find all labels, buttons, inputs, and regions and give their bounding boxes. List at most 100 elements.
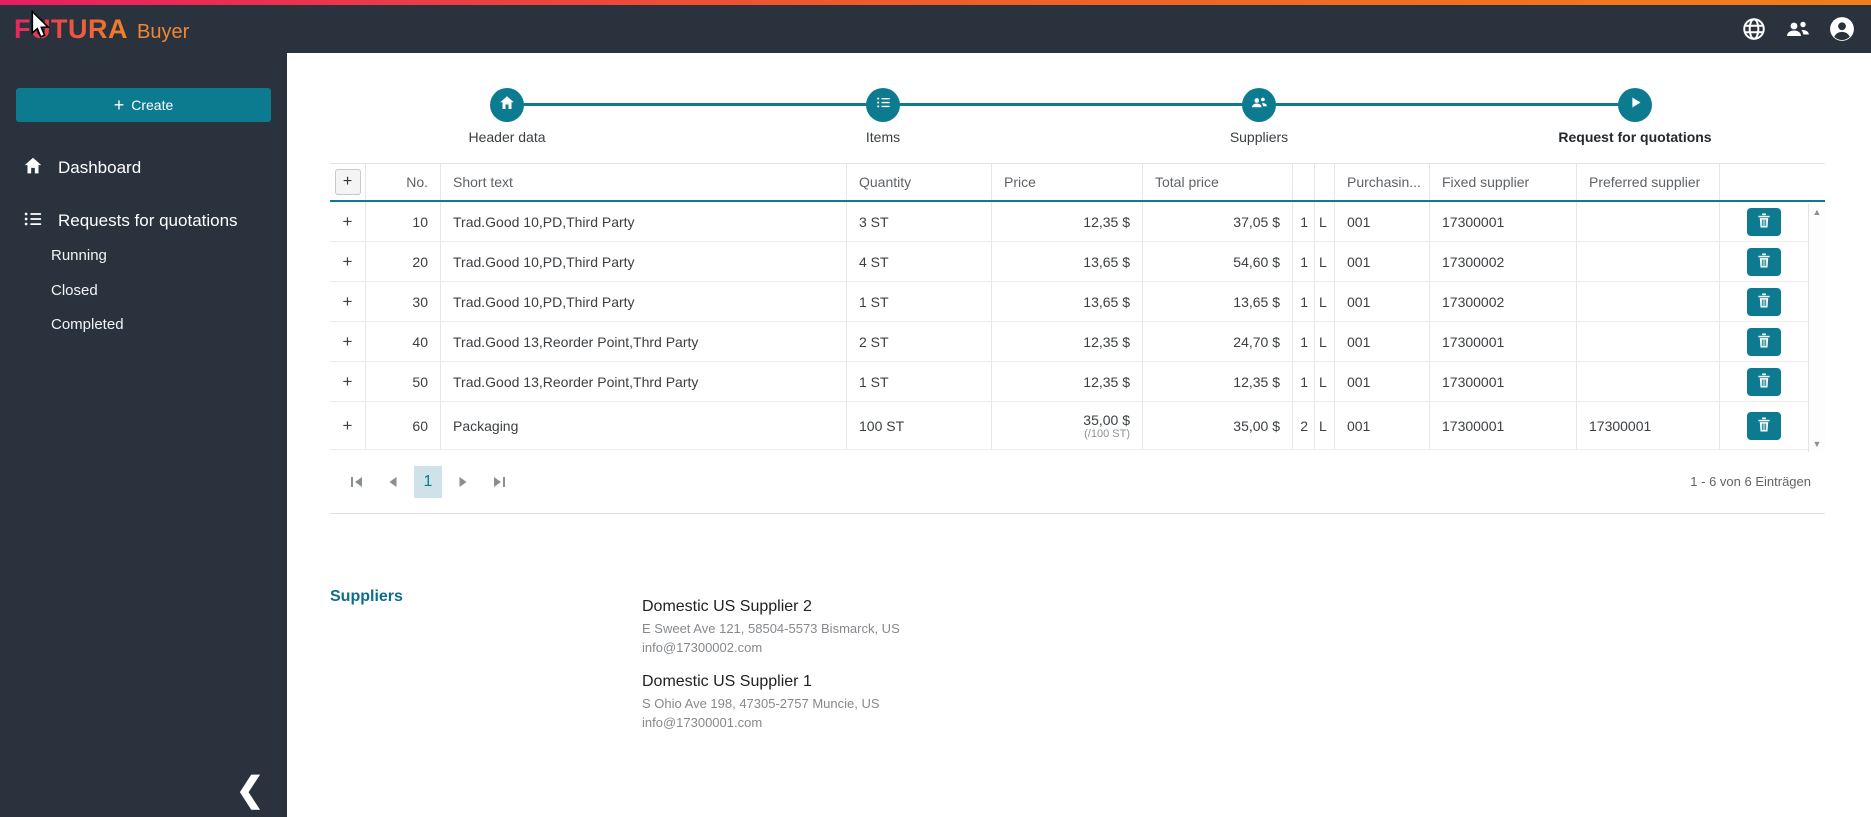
column-header-n1 bbox=[1293, 164, 1315, 200]
cell-n1: 2 bbox=[1293, 402, 1315, 449]
create-button-label: Create bbox=[131, 97, 174, 113]
expand-row-button[interactable]: + bbox=[343, 212, 353, 232]
stepper-step-suppliers: Suppliers bbox=[1159, 88, 1359, 145]
suppliers-section-title: Suppliers bbox=[330, 588, 403, 605]
step-label: Header data bbox=[468, 129, 546, 145]
delete-row-button[interactable] bbox=[1747, 411, 1781, 440]
cell-quantity: 100 ST bbox=[847, 402, 992, 449]
table-row: + 10 Trad.Good 10,PD,Third Party 3 ST 12… bbox=[330, 202, 1825, 242]
step-request-for-quotations-button[interactable] bbox=[1618, 88, 1652, 122]
cell-preferred-supplier bbox=[1577, 362, 1720, 401]
column-header-purchasing: Purchasin... bbox=[1335, 164, 1430, 200]
cell-short-text: Trad.Good 13,Reorder Point,Thrd Party bbox=[441, 362, 847, 401]
supplier-address: S Ohio Ave 198, 47305-2757 Muncie, US bbox=[642, 696, 880, 711]
expand-row-button[interactable]: + bbox=[343, 292, 353, 312]
cell-no: 30 bbox=[366, 282, 441, 321]
sidebar-item-label: Requests for quotations bbox=[58, 211, 238, 230]
expand-row-button[interactable]: + bbox=[343, 416, 353, 436]
cell-no: 10 bbox=[366, 202, 441, 241]
delete-row-button[interactable] bbox=[1747, 367, 1781, 396]
cell-no: 40 bbox=[366, 322, 441, 361]
cell-preferred-supplier bbox=[1577, 202, 1720, 241]
cell-total-price: 37,05 $ bbox=[1143, 202, 1293, 241]
scroll-down-icon[interactable]: ▼ bbox=[1813, 439, 1822, 449]
account-icon[interactable] bbox=[1829, 16, 1855, 42]
cell-total-price: 24,70 $ bbox=[1143, 322, 1293, 361]
cell-fixed-supplier: 17300001 bbox=[1430, 362, 1577, 401]
play-icon bbox=[1628, 95, 1643, 115]
cell-fixed-supplier: 17300001 bbox=[1430, 402, 1577, 449]
last-page-button[interactable] bbox=[484, 467, 514, 497]
cell-price: 12,35 $ bbox=[1083, 373, 1130, 390]
suppliers-list: Domestic US Supplier 2 E Sweet Ave 121, … bbox=[642, 598, 900, 732]
cell-total-price: 54,60 $ bbox=[1143, 242, 1293, 281]
sidebar-item-running[interactable]: Running bbox=[0, 242, 287, 268]
expand-row-button[interactable]: + bbox=[343, 332, 353, 352]
supplier-email: info@17300001.com bbox=[642, 715, 763, 730]
cell-n2: L bbox=[1315, 282, 1335, 321]
expand-all-button[interactable]: + bbox=[334, 169, 361, 195]
mouse-cursor bbox=[28, 9, 54, 45]
items-table: + No. Short text Quantity Price Total pr… bbox=[330, 163, 1825, 514]
sidebar-item-completed[interactable]: Completed bbox=[0, 311, 287, 337]
column-header-quantity: Quantity bbox=[847, 164, 992, 200]
stepper-step-request-for-quotations: Request for quotations bbox=[1535, 88, 1735, 145]
chevron-left-icon: ❮ bbox=[235, 771, 265, 809]
sidebar-collapse-button[interactable]: ❮ bbox=[228, 765, 272, 815]
column-header-n2 bbox=[1315, 164, 1335, 200]
column-header-preferred-supplier: Preferred supplier bbox=[1577, 164, 1720, 200]
scroll-up-icon[interactable]: ▲ bbox=[1813, 207, 1822, 217]
home-icon bbox=[498, 94, 516, 117]
sidebar-item-closed[interactable]: Closed bbox=[0, 277, 287, 303]
cell-preferred-supplier bbox=[1577, 282, 1720, 321]
delete-row-button[interactable] bbox=[1747, 327, 1781, 356]
cell-n2: L bbox=[1315, 362, 1335, 401]
table-vertical-scrollbar[interactable]: ▲ ▼ bbox=[1808, 204, 1825, 452]
trash-icon bbox=[1757, 212, 1771, 231]
cell-price: 13,65 $ bbox=[1083, 293, 1130, 310]
top-header-bar: FUTURA Buyer bbox=[0, 5, 1871, 53]
delete-row-button[interactable] bbox=[1747, 247, 1781, 276]
supplier-address: E Sweet Ave 121, 58504-5573 Bismarck, US bbox=[642, 621, 900, 636]
step-suppliers-button[interactable] bbox=[1242, 88, 1276, 122]
sidebar-item-dashboard[interactable]: Dashboard bbox=[0, 152, 287, 184]
expand-row-button[interactable]: + bbox=[343, 372, 353, 392]
sidebar-subitem-label: Completed bbox=[51, 315, 124, 333]
cell-total-price: 35,00 $ bbox=[1143, 402, 1293, 449]
sidebar-item-requests-for-quotations[interactable]: Requests for quotations bbox=[0, 205, 287, 237]
table-row: + 30 Trad.Good 10,PD,Third Party 1 ST 13… bbox=[330, 282, 1825, 322]
cell-preferred-supplier bbox=[1577, 242, 1720, 281]
step-items-button[interactable] bbox=[866, 88, 900, 122]
delete-row-button[interactable] bbox=[1747, 287, 1781, 316]
table-row: + 20 Trad.Good 10,PD,Third Party 4 ST 13… bbox=[330, 242, 1825, 282]
step-label: Request for quotations bbox=[1558, 129, 1712, 145]
next-page-button[interactable] bbox=[448, 467, 478, 497]
first-page-button[interactable] bbox=[342, 467, 372, 497]
supplier-entry: Domestic US Supplier 1 S Ohio Ave 198, 4… bbox=[642, 673, 900, 732]
supplier-entry: Domestic US Supplier 2 E Sweet Ave 121, … bbox=[642, 598, 900, 657]
cell-total-price: 12,35 $ bbox=[1143, 362, 1293, 401]
cell-n2: L bbox=[1315, 242, 1335, 281]
home-icon bbox=[22, 155, 44, 182]
create-button[interactable]: + Create bbox=[16, 88, 271, 122]
users-icon[interactable] bbox=[1784, 16, 1812, 42]
list-icon bbox=[875, 94, 892, 116]
trash-icon bbox=[1757, 416, 1771, 435]
stepper-connector-line bbox=[507, 103, 1635, 106]
expand-row-button[interactable]: + bbox=[343, 252, 353, 272]
previous-page-button[interactable] bbox=[378, 467, 408, 497]
cell-n1: 1 bbox=[1293, 202, 1315, 241]
cell-no: 50 bbox=[366, 362, 441, 401]
cell-price: 35,00 $ bbox=[1083, 411, 1130, 428]
cell-preferred-supplier: 17300001 bbox=[1577, 402, 1720, 449]
delete-row-button[interactable] bbox=[1747, 207, 1781, 236]
cell-purchasing: 001 bbox=[1335, 402, 1430, 449]
table-row: + 40 Trad.Good 13,Reorder Point,Thrd Par… bbox=[330, 322, 1825, 362]
step-header-data-button[interactable] bbox=[490, 88, 524, 122]
table-row: + 60 Packaging 100 ST 35,00 $ (/100 ST) 3… bbox=[330, 402, 1825, 450]
globe-icon[interactable] bbox=[1741, 16, 1767, 42]
entries-count-text: 1 - 6 von 6 Einträgen bbox=[1690, 474, 1811, 489]
current-page-indicator[interactable]: 1 bbox=[414, 465, 442, 498]
cell-short-text: Trad.Good 10,PD,Third Party bbox=[441, 282, 847, 321]
column-header-no: No. bbox=[366, 164, 441, 200]
